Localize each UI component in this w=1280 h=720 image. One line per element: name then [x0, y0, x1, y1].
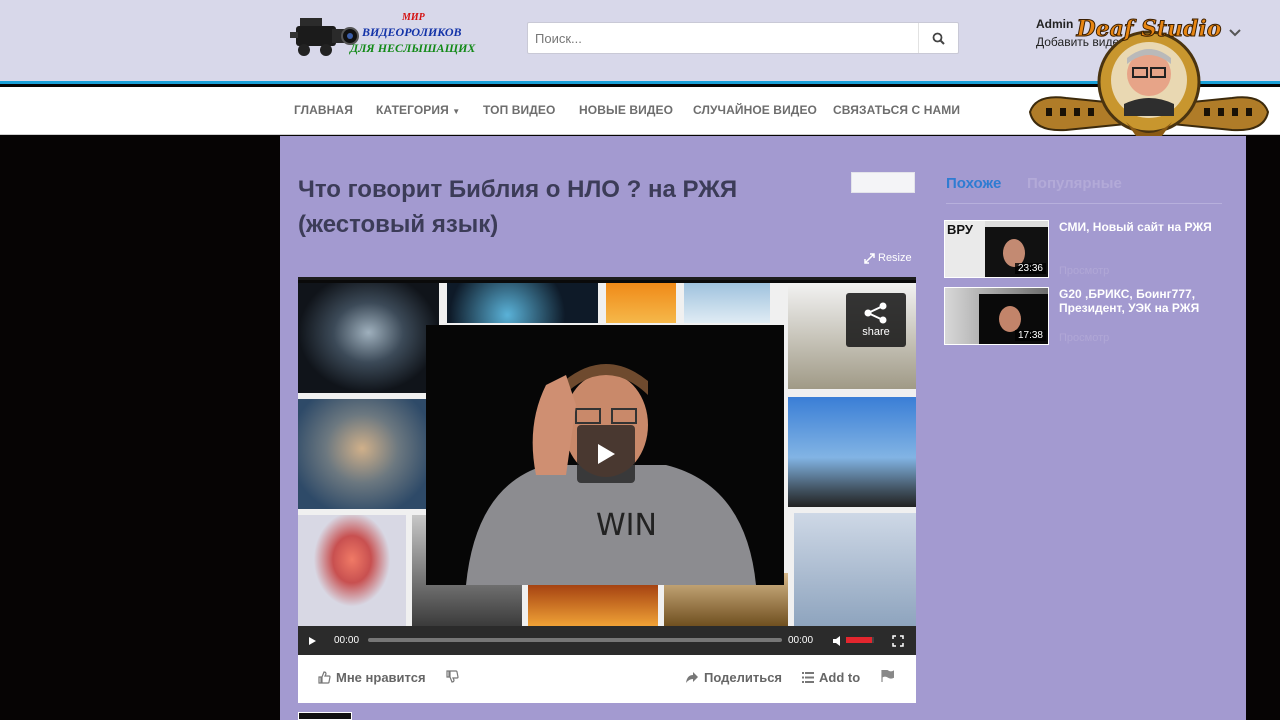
- share-overlay-label: share: [862, 326, 890, 338]
- nav-category[interactable]: КАТЕГОРИЯ ▼: [376, 103, 460, 117]
- thumbs-down-icon: [446, 670, 459, 683]
- thumb-caption: ВРУ: [947, 222, 973, 237]
- related-video-thumb[interactable]: 17:38: [944, 287, 1049, 345]
- related-video-thumb[interactable]: ВРУ 23:36: [944, 220, 1049, 278]
- fullscreen-button[interactable]: [892, 626, 904, 655]
- search-input[interactable]: [528, 23, 918, 53]
- ufo-photo: [788, 397, 916, 507]
- search-icon: [932, 32, 945, 45]
- report-button[interactable]: [881, 670, 894, 682]
- badge-text: Deaf Studio: [1076, 16, 1222, 42]
- play-small-icon: [309, 636, 316, 645]
- ufo-photo: [528, 583, 658, 626]
- video-title: Что говорит Библия о НЛО ? на РЖЯ (жесто…: [298, 176, 738, 238]
- share-arrow-icon: [686, 671, 698, 683]
- fullscreen-icon: [892, 634, 904, 647]
- site-logo[interactable]: МИР ВИДЕОРОЛИКОВ ДЛЯ НЕСЛЫШАЩИХ: [290, 10, 492, 60]
- share-overlay-button[interactable]: share: [846, 293, 906, 347]
- nav-new-videos[interactable]: НОВЫЕ ВИДЕО: [579, 103, 673, 117]
- content-area: Что говорит Библия о НЛО ? на РЖЯ (жесто…: [280, 136, 1246, 720]
- thumbs-up-icon: [318, 671, 331, 684]
- related-video-item[interactable]: 17:38 G20 ,БРИКС, Боинг777, Президент, У…: [944, 287, 1220, 347]
- progress-bar[interactable]: [368, 638, 782, 642]
- logo-line-3: ДЛЯ НЕСЛЫШАЩИХ: [350, 41, 476, 55]
- video-actions-bar: Мне нравится Поделиться Add to: [298, 655, 916, 703]
- related-video-views: Просмотр: [1059, 265, 1110, 277]
- title-side-box: [851, 172, 915, 193]
- nav-top-videos[interactable]: ТОП ВИДЕО: [483, 103, 555, 117]
- volume-icon[interactable]: [833, 626, 842, 655]
- video-player[interactable]: WIN share 00:00 00:00: [298, 277, 916, 655]
- resize-icon: [864, 252, 875, 264]
- ufo-photo: [794, 513, 916, 626]
- tab-popular[interactable]: Популярные: [1027, 175, 1122, 192]
- like-label: Мне нравится: [336, 670, 426, 685]
- sidebar-tabs: Похоже Популярные: [946, 174, 1222, 204]
- ufo-photo: [606, 283, 676, 323]
- related-video-title[interactable]: СМИ, Новый сайт на РЖЯ: [1059, 220, 1219, 234]
- search-box: [527, 22, 959, 54]
- logo-line-2: ВИДЕОРОЛИКОВ: [362, 25, 462, 39]
- video-frame: WIN share: [298, 283, 916, 626]
- resize-label: Resize: [878, 252, 912, 264]
- list-icon: [802, 672, 814, 683]
- share-label: Поделиться: [704, 670, 783, 685]
- ufo-photo: [298, 283, 439, 393]
- nav-home[interactable]: ГЛАВНАЯ: [294, 103, 353, 117]
- nav-random-video[interactable]: СЛУЧАЙНОЕ ВИДЕО: [693, 103, 817, 117]
- caret-down-icon: ▼: [452, 107, 461, 116]
- big-play-button[interactable]: [577, 425, 635, 483]
- share-button[interactable]: Поделиться: [686, 670, 782, 685]
- volume-slider[interactable]: [846, 637, 874, 643]
- ufo-photo: [298, 399, 426, 509]
- deaf-studio-emblem: Deaf Studio: [1028, 16, 1270, 140]
- logo-line-1: МИР: [402, 12, 425, 23]
- author-avatar[interactable]: [298, 712, 352, 720]
- related-video-title[interactable]: G20 ,БРИКС, Боинг777, Президент, УЭК на …: [1059, 287, 1219, 315]
- search-button[interactable]: [918, 23, 958, 53]
- shirt-text: WIN: [596, 508, 657, 543]
- flag-icon: [881, 670, 894, 682]
- deaf-studio-badge: Deaf Studio: [1026, 12, 1272, 144]
- related-video-item[interactable]: ВРУ 23:36 СМИ, Новый сайт на РЖЯ Просмот…: [944, 220, 1220, 280]
- ufo-photo: [684, 283, 770, 323]
- add-to-label: Add to: [819, 670, 861, 685]
- resize-toggle[interactable]: Resize: [864, 252, 912, 264]
- player-controls: 00:00 00:00: [298, 626, 916, 655]
- like-button[interactable]: Мне нравится: [318, 670, 426, 685]
- duration-badge: 23:36: [1014, 263, 1046, 274]
- nav-category-label: КАТЕГОРИЯ: [376, 103, 449, 117]
- related-video-views: Просмотр: [1059, 332, 1110, 344]
- total-time: 00:00: [788, 635, 814, 646]
- add-to-button[interactable]: Add to: [802, 670, 860, 685]
- ufo-photo: [298, 515, 406, 626]
- duration-badge: 17:38: [1014, 330, 1046, 341]
- play-toggle[interactable]: [308, 626, 317, 655]
- nav-contact[interactable]: СВЯЗАТЬСЯ С НАМИ: [833, 103, 960, 117]
- tab-similar[interactable]: Похоже: [946, 175, 1001, 192]
- dislike-button[interactable]: [446, 670, 459, 683]
- share-icon: [864, 302, 887, 324]
- play-icon: [598, 444, 615, 464]
- ufo-photo: [447, 283, 598, 323]
- current-time: 00:00: [334, 635, 360, 646]
